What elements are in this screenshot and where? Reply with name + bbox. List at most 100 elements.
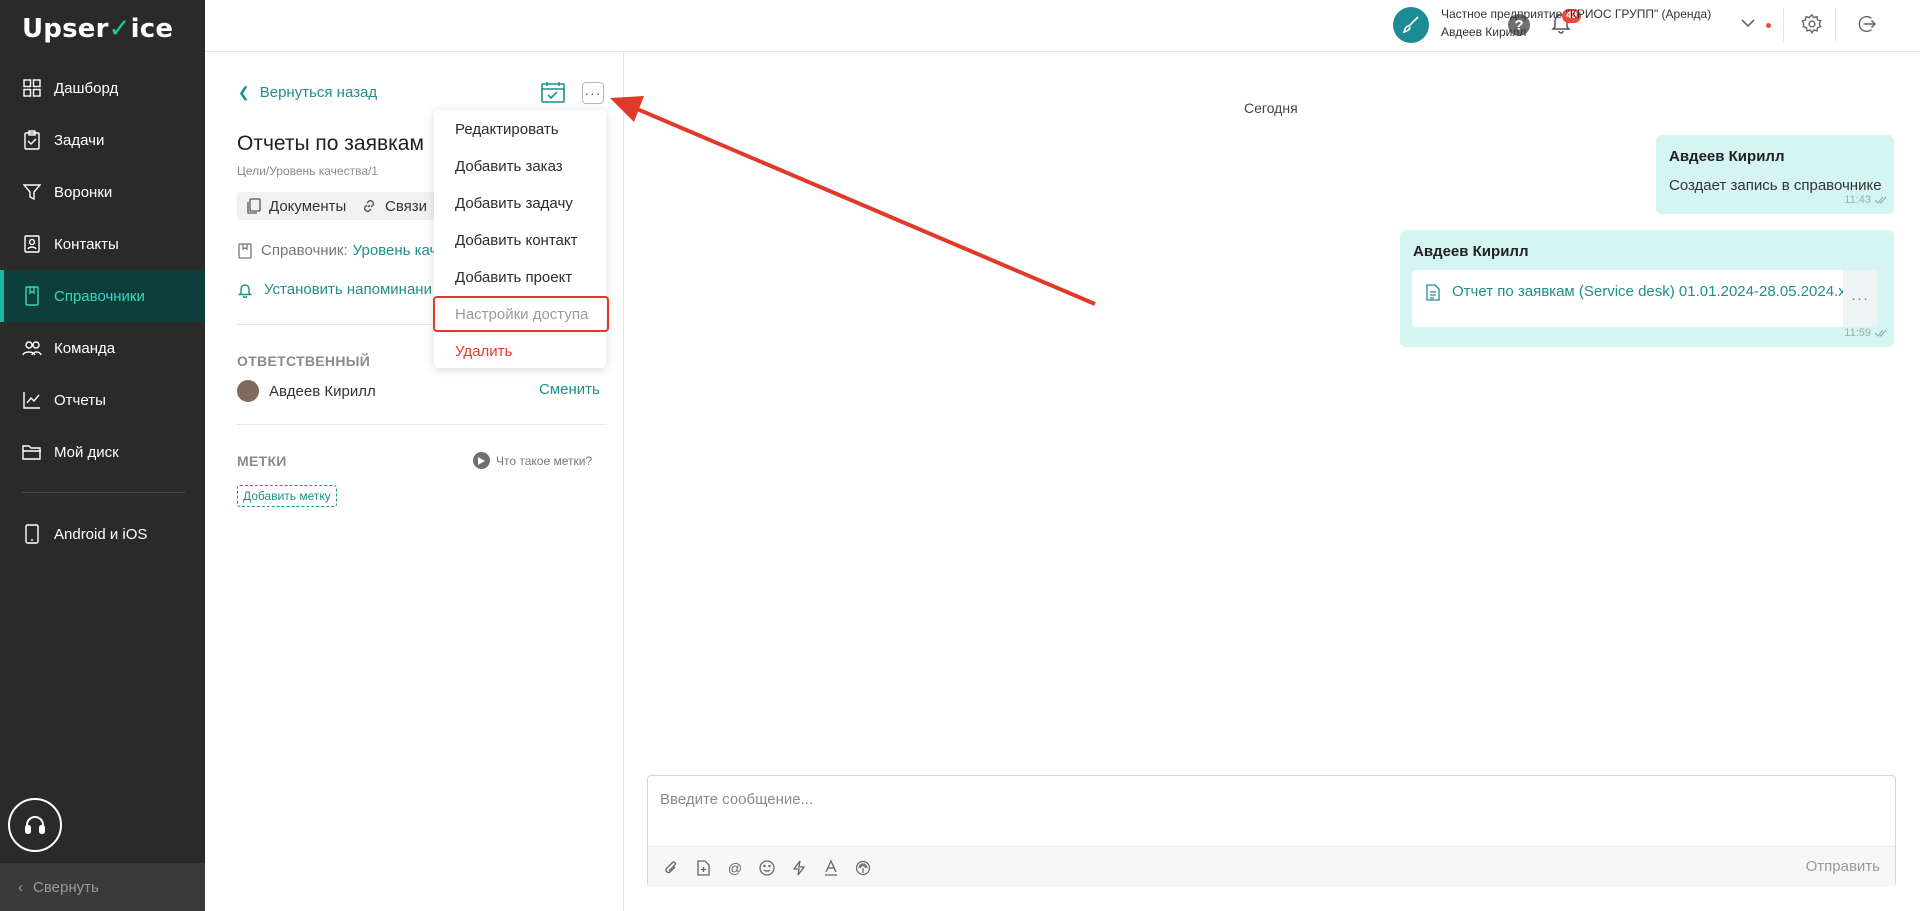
topbar: ? 49 Частное предприятие "КРИОС ГРУПП" (…: [205, 0, 1920, 52]
sidebar-item-label: Справочники: [54, 287, 145, 305]
topbar-divider: [1835, 8, 1836, 42]
dashboard-icon: [22, 78, 42, 98]
sidebar-divider: [22, 492, 185, 493]
mention-icon[interactable]: @: [726, 859, 744, 877]
entity-title: Отчеты по заявкам: [237, 132, 424, 155]
reference-label: Справочник:: [261, 242, 348, 259]
sidebar-item-label: Отчеты: [54, 391, 106, 409]
app-logo[interactable]: Upser✓ice: [22, 14, 173, 44]
reference-line: Справочник: Уровень кач: [238, 242, 437, 259]
sidebar-item-label: Воронки: [54, 183, 113, 201]
send-button[interactable]: Отправить: [1806, 858, 1880, 875]
gear-icon[interactable]: [1801, 13, 1823, 35]
company-avatar[interactable]: [1393, 7, 1429, 43]
add-tag-button[interactable]: Добавить метку: [237, 485, 337, 507]
sidebar-item-my-disk[interactable]: Мой диск: [0, 426, 205, 478]
menu-item-edit[interactable]: Редактировать: [434, 111, 606, 148]
emoji-icon[interactable]: [758, 859, 776, 877]
chevron-left-icon: ❮: [238, 84, 250, 100]
chart-icon: [22, 390, 42, 410]
funnel-icon: [22, 182, 42, 202]
what-are-tags-link[interactable]: Что такое метки?: [473, 452, 592, 469]
menu-item-add-order[interactable]: Добавить заказ: [434, 148, 606, 185]
support-button[interactable]: [8, 798, 62, 852]
ellipsis-icon: ···: [1851, 290, 1869, 307]
sidebar-item-funnels[interactable]: Воронки: [0, 166, 205, 218]
reminder-label: Установить напоминани: [264, 281, 432, 298]
double-check-icon: [1874, 196, 1887, 204]
message-bubble: Авдеев Кирилл Отчет по заявкам (Service …: [1400, 230, 1894, 347]
team-icon: [22, 338, 42, 358]
reference-link[interactable]: Уровень кач: [353, 242, 438, 259]
message-time: 11:59: [1844, 327, 1871, 339]
message-author: Авдеев Кирилл: [1669, 148, 1785, 165]
sidebar-item-label: Задачи: [54, 131, 105, 149]
menu-item-add-project[interactable]: Добавить проект: [434, 259, 606, 296]
menu-item-add-task[interactable]: Добавить задачу: [434, 185, 606, 222]
double-check-icon: [1874, 329, 1887, 337]
menu-item-delete[interactable]: Удалить: [434, 333, 606, 370]
logout-icon[interactable]: [1855, 13, 1877, 35]
tasks-icon: [22, 130, 42, 150]
date-separator: Сегодня: [1244, 100, 1298, 116]
book-icon: [22, 286, 42, 306]
message-author: Авдеев Кирилл: [1413, 243, 1529, 260]
chip-label: Связи: [385, 197, 428, 215]
sidebar-item-references[interactable]: Справочники: [0, 270, 205, 322]
text-format-icon[interactable]: [822, 859, 840, 877]
sidebar-item-contacts[interactable]: Контакты: [0, 218, 205, 270]
links-chip[interactable]: Связи: [351, 192, 438, 220]
sidebar-item-label: Контакты: [54, 235, 119, 253]
book-icon: [238, 242, 252, 259]
sidebar-item-reports[interactable]: Отчеты: [0, 374, 205, 426]
back-label: Вернуться назад: [259, 84, 378, 101]
file-name-link[interactable]: Отчет по заявкам (Service desk) 01.01.20…: [1452, 283, 1864, 300]
file-attachment[interactable]: Отчет по заявкам (Service desk) 01.01.20…: [1412, 270, 1864, 327]
set-reminder-link[interactable]: Установить напоминани: [238, 281, 432, 298]
status-dot: [1766, 23, 1771, 28]
what-tags-label: Что такое метки?: [496, 453, 593, 468]
chevron-down-icon[interactable]: [1741, 18, 1755, 28]
sidebar-item-label: Команда: [54, 339, 116, 357]
more-options-button[interactable]: ···: [582, 82, 604, 104]
collapse-sidebar-button[interactable]: ‹ Свернуть: [0, 863, 205, 911]
headset-icon: [25, 816, 45, 834]
play-icon: [473, 452, 490, 469]
message-time: 11:43: [1844, 194, 1871, 206]
document-icon: [247, 198, 261, 214]
lightning-icon[interactable]: [790, 859, 808, 877]
message-composer: @ Отправить: [647, 775, 1896, 887]
avatar: [237, 380, 259, 402]
calendar-check-icon[interactable]: [541, 81, 565, 103]
sidebar-item-label: Мой диск: [54, 443, 119, 461]
chip-label: Документы: [269, 197, 347, 215]
responsible-heading: ОТВЕТСТВЕННЫЙ: [237, 353, 371, 369]
documents-chip[interactable]: Документы: [237, 192, 357, 220]
message-input[interactable]: [658, 790, 1762, 809]
link-icon: [361, 198, 377, 214]
topbar-divider: [1783, 8, 1784, 42]
company-name[interactable]: Частное предприятие "КРИОС ГРУПП" (Аренд…: [1441, 7, 1711, 21]
ellipsis-icon: ···: [584, 85, 602, 101]
message-bubble: Авдеев Кирилл Создает запись в справочни…: [1656, 135, 1894, 214]
contacts-icon: [22, 234, 42, 254]
menu-item-add-contact[interactable]: Добавить контакт: [434, 222, 606, 259]
sidebar-item-team[interactable]: Команда: [0, 322, 205, 374]
brush-icon: [1402, 16, 1419, 34]
responsible-name: Авдеев Кирилл: [269, 382, 376, 400]
file-options-button[interactable]: ···: [1843, 270, 1877, 327]
back-link[interactable]: ❮ Вернуться назад: [238, 84, 377, 101]
sidebar-item-mobile-apps[interactable]: Android и iOS: [0, 508, 205, 560]
add-document-icon[interactable]: [694, 859, 712, 877]
message-text: Создает запись в справочнике: [1669, 177, 1882, 194]
composer-toolbar: @ Отправить: [648, 846, 1895, 887]
responsible-user: Авдеев Кирилл: [237, 380, 376, 402]
sidebar-item-dashboard[interactable]: Дашборд: [0, 62, 205, 114]
attach-icon[interactable]: [662, 859, 680, 877]
ai-icon[interactable]: [854, 859, 872, 877]
bell-icon: [238, 283, 252, 298]
sidebar-item-tasks[interactable]: Задачи: [0, 114, 205, 166]
change-responsible-link[interactable]: Сменить: [539, 381, 600, 398]
sidebar-item-label: Дашборд: [54, 79, 119, 97]
sidebar-item-label: Android и iOS: [54, 525, 148, 543]
